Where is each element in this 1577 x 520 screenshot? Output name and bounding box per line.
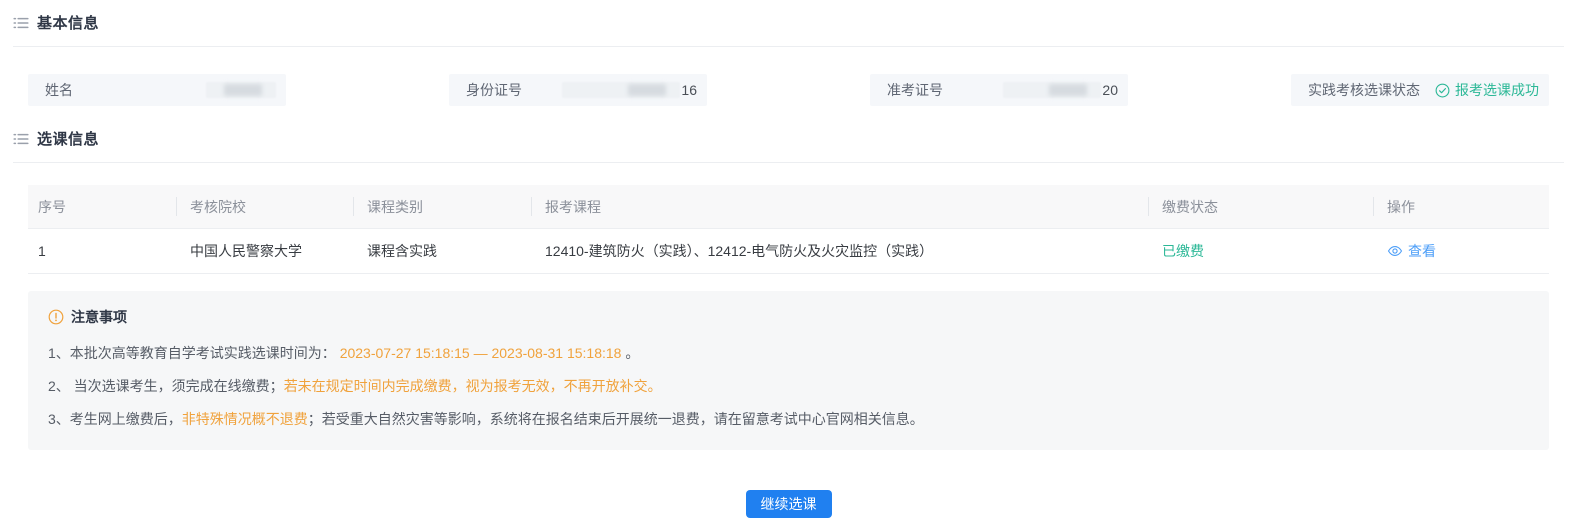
view-link-label: 查看 (1408, 241, 1436, 261)
notice-title: 注意事项 (71, 307, 127, 327)
view-link[interactable]: 查看 (1387, 241, 1436, 261)
header-payment-status: 缴费状态 (1148, 185, 1373, 228)
page: 基本信息 姓名 身份证号 16 准考证号 20 实践考核选课状态 (0, 0, 1577, 520)
notice-item-3-text: 3、考生网上缴费后， (48, 411, 182, 427)
notice-item-3: 3、考生网上缴费后，非特殊情况概不退费；若受重大自然灾害等影响，系统将在报名结束… (48, 412, 1529, 426)
header-category: 课程类别 (353, 185, 531, 228)
row-category: 课程含实践 (353, 229, 531, 273)
status-badge: 报考选课成功 (1435, 80, 1539, 100)
course-info-section-header: 选课信息 (13, 128, 1564, 149)
notice-item-1-tail: 。 (621, 345, 639, 361)
notice-panel: 注意事项 1、本批次高等教育自学考试实践选课时间为： 2023-07-27 15… (28, 291, 1549, 450)
eye-icon (1387, 243, 1403, 259)
header-school: 考核院校 (176, 185, 353, 228)
basic-info-section-header: 基本信息 (13, 0, 1564, 33)
field-ticket-number: 准考证号 20 (870, 74, 1128, 106)
status-badge-text: 报考选课成功 (1455, 80, 1539, 100)
field-name: 姓名 (28, 74, 286, 106)
notice-item-3-highlight: 非特殊情况概不退费 (182, 411, 308, 427)
notice-item-3-tail: ；若受重大自然灾害等影响，系统将在报名结束后开展统一退费，请在留意考试中心官网相… (308, 411, 924, 427)
notice-item-2-text: 2、 当次选课考生，须完成在线缴费； (48, 378, 284, 394)
list-icon (13, 131, 29, 147)
header-action: 操作 (1373, 185, 1549, 228)
field-name-label: 姓名 (45, 80, 73, 100)
field-id-number-value-redacted: 16 (562, 82, 697, 98)
basic-info-title: 基本信息 (37, 12, 99, 33)
basic-info-fields: 姓名 身份证号 16 准考证号 20 实践考核选课状态 (28, 74, 1549, 106)
table-row: 1 中国人民警察大学 课程含实践 12410-建筑防火（实践）、12412-电气… (28, 229, 1549, 274)
row-no: 1 (28, 229, 176, 273)
continue-selection-button[interactable]: 继续选课 (746, 490, 832, 518)
notice-item-1-highlight: 2023-07-27 15:18:15 — 2023-08-31 15:18:1… (340, 345, 622, 361)
header-no: 序号 (28, 185, 176, 228)
field-selection-status-label: 实践考核选课状态 (1308, 80, 1420, 100)
field-ticket-number-suffix: 20 (1102, 82, 1118, 98)
row-action: 查看 (1373, 229, 1549, 273)
field-id-number: 身份证号 16 (449, 74, 707, 106)
row-courses: 12410-建筑防火（实践）、12412-电气防火及火灾监控（实践） (531, 229, 1148, 273)
notice-title-row: 注意事项 (48, 307, 1529, 327)
check-circle-icon (1435, 83, 1450, 98)
field-id-number-suffix: 16 (681, 82, 697, 98)
course-info-title: 选课信息 (37, 128, 99, 149)
row-school: 中国人民警察大学 (176, 229, 353, 273)
field-id-number-label: 身份证号 (466, 80, 522, 100)
divider (13, 46, 1564, 47)
warning-icon (48, 309, 64, 325)
footer: 继续选课 (13, 490, 1564, 518)
field-ticket-number-label: 准考证号 (887, 80, 943, 100)
field-name-value-redacted (206, 82, 276, 98)
notice-item-2-highlight: 若未在规定时间内完成缴费，视为报考无效，不再开放补交。 (284, 378, 662, 394)
list-icon (13, 15, 29, 31)
field-ticket-number-value-redacted: 20 (1003, 82, 1118, 98)
field-selection-status: 实践考核选课状态 报考选课成功 (1291, 74, 1549, 106)
course-table-header-row: 序号 考核院校 课程类别 报考课程 缴费状态 操作 (28, 185, 1549, 229)
notice-item-1: 1、本批次高等教育自学考试实践选课时间为： 2023-07-27 15:18:1… (48, 346, 1529, 360)
header-courses: 报考课程 (531, 185, 1148, 228)
notice-item-1-text: 1、本批次高等教育自学考试实践选课时间为： (48, 345, 340, 361)
row-payment-status: 已缴费 (1148, 229, 1373, 273)
divider (13, 162, 1564, 163)
notice-item-2: 2、 当次选课考生，须完成在线缴费；若未在规定时间内完成缴费，视为报考无效，不再… (48, 379, 1529, 393)
course-table: 序号 考核院校 课程类别 报考课程 缴费状态 操作 1 中国人民警察大学 课程含… (28, 185, 1549, 274)
